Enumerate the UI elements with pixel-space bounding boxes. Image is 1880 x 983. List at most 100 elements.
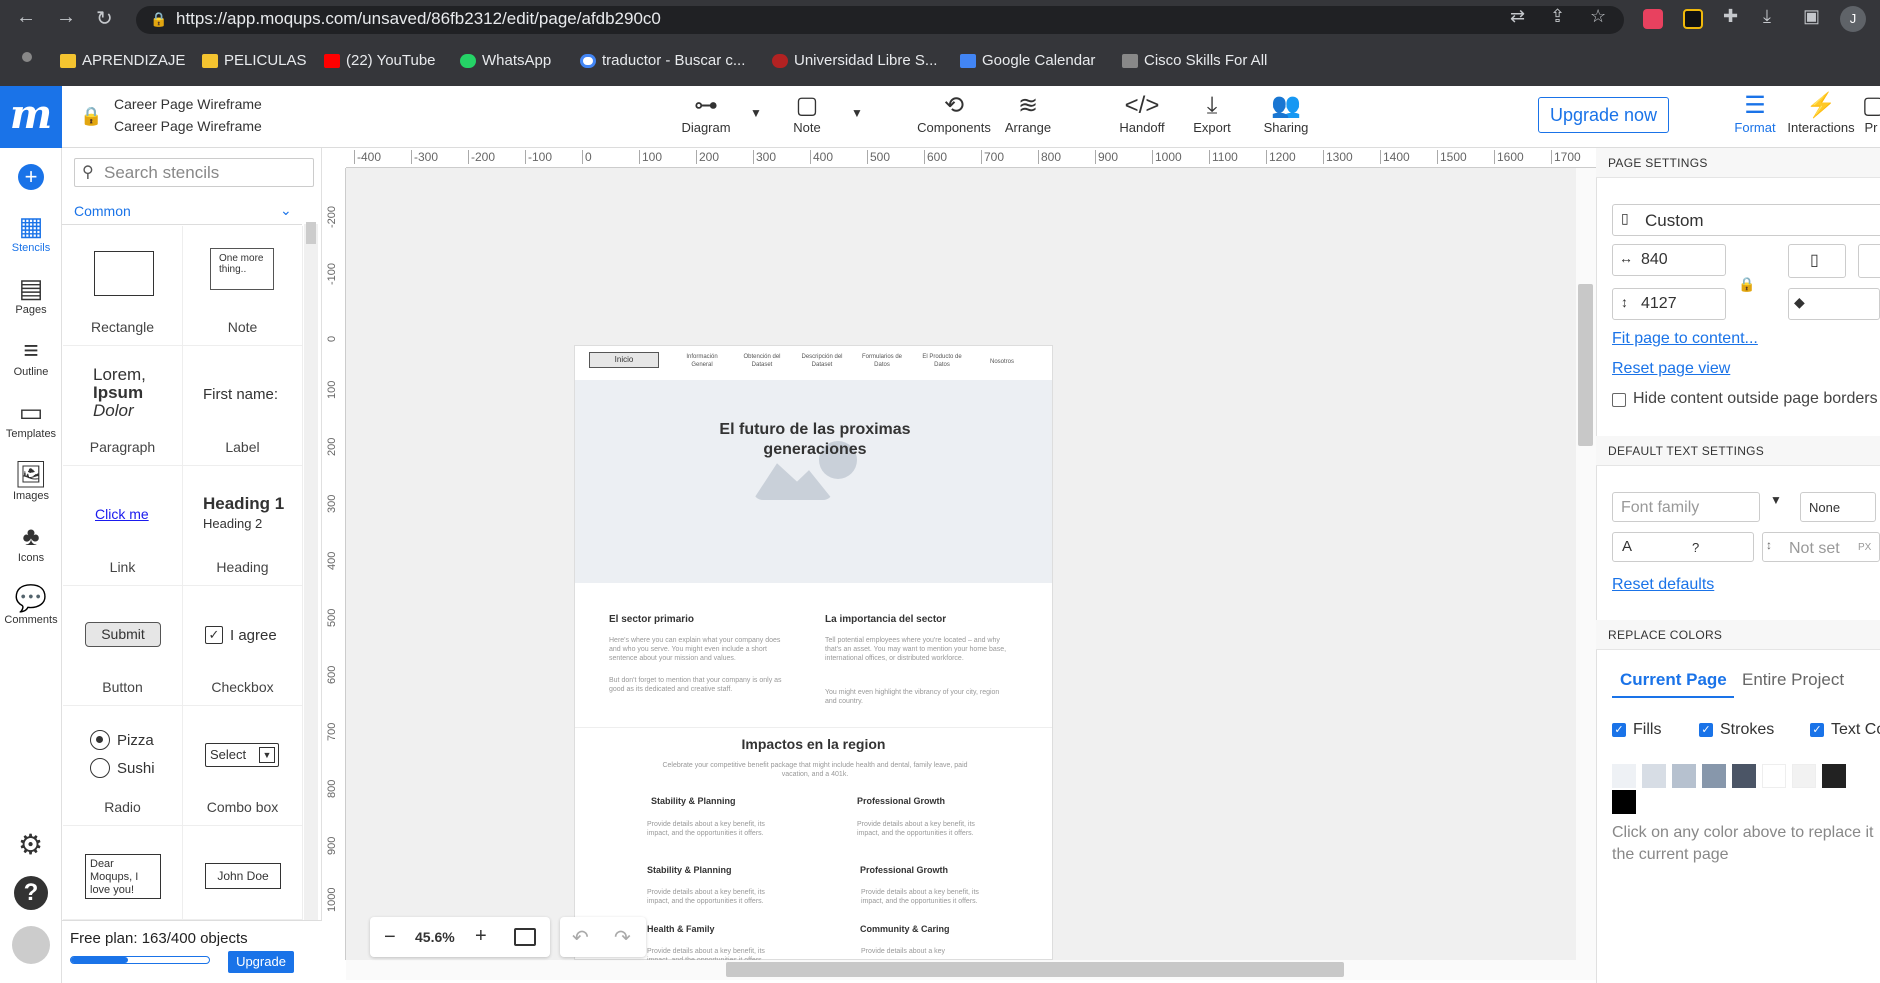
apps-icon[interactable] — [22, 52, 32, 62]
puzzle-icon[interactable]: ✚ — [1723, 6, 1738, 27]
color-swatch[interactable] — [1612, 790, 1636, 814]
tab-preview[interactable]: ▢ Pr — [1862, 92, 1880, 135]
user-avatar[interactable] — [12, 926, 50, 964]
tab-entire-project[interactable]: Entire Project — [1742, 670, 1844, 690]
rail-item-templates[interactable]: ▭ Templates — [0, 396, 62, 440]
note-button[interactable]: ▢ Note — [790, 92, 824, 135]
add-icon[interactable]: + — [18, 164, 44, 190]
stencil-note[interactable]: One more thing.. Note — [183, 226, 303, 346]
lock-icon[interactable]: 🔒 — [80, 106, 102, 127]
handoff-button[interactable]: </> Handoff — [1116, 92, 1168, 135]
hide-content-checkbox[interactable] — [1612, 393, 1626, 407]
nav-link[interactable]: Formularios de Datos — [855, 354, 909, 370]
tab-interactions[interactable]: ⚡ Interactions — [1786, 92, 1856, 135]
bookmark-item[interactable]: Google Calendar — [960, 52, 1095, 69]
stencil-radio[interactable]: Pizza Sushi Radio — [63, 706, 183, 826]
stencil-link[interactable]: Click me Link — [63, 466, 183, 586]
sharing-button[interactable]: 👥 Sharing — [1258, 92, 1314, 135]
color-swatch[interactable] — [1672, 764, 1696, 788]
stencil-button[interactable]: Submit Button — [63, 586, 183, 706]
rail-item-stencils[interactable]: ▦ Stencils — [0, 210, 62, 254]
color-swatch[interactable] — [1762, 764, 1786, 788]
color-swatch[interactable] — [1642, 764, 1666, 788]
stencil-checkbox[interactable]: ✓ I agree Checkbox — [183, 586, 303, 706]
color-swatch[interactable] — [1792, 764, 1816, 788]
stencil-textarea[interactable]: Dear Moqups, I love you! — [63, 826, 183, 920]
font-weight-select[interactable]: None — [1800, 492, 1876, 522]
bookmark-item[interactable]: WhatsApp — [460, 52, 551, 69]
extension-icon[interactable] — [1683, 9, 1703, 29]
extension-icon[interactable] — [1643, 9, 1663, 29]
zoom-in-icon[interactable]: + — [475, 925, 487, 948]
page-size-select[interactable]: Custom — [1612, 204, 1880, 236]
font-size-input[interactable] — [1612, 532, 1754, 562]
tab-format[interactable]: ☰ Format — [1730, 92, 1780, 135]
components-button[interactable]: ⟲ Components — [915, 92, 993, 135]
chevron-down-icon[interactable]: ⌄ — [280, 202, 292, 219]
category-select[interactable]: Common — [74, 203, 131, 219]
sidepanel-icon[interactable]: ▣ — [1803, 6, 1820, 27]
color-swatch[interactable] — [1822, 764, 1846, 788]
page-title[interactable]: Career Page Wireframe — [114, 118, 262, 134]
landscape-button[interactable] — [1858, 244, 1880, 278]
text-colors-checkbox[interactable]: ✓ — [1810, 723, 1824, 737]
zoom-level[interactable]: 45.6% — [415, 929, 455, 945]
nav-button-inicio[interactable]: Inicio — [589, 352, 659, 368]
star-icon[interactable]: ☆ — [1590, 6, 1606, 27]
upgrade-now-button[interactable]: Upgrade now — [1538, 97, 1669, 133]
help-icon[interactable]: ? — [14, 876, 48, 910]
chevron-down-icon[interactable]: ▼ — [851, 106, 863, 120]
tab-current-page[interactable]: Current Page — [1620, 670, 1727, 690]
fit-page-link[interactable]: Fit page to content... — [1612, 330, 1758, 348]
url-text[interactable]: https://app.moqups.com/unsaved/86fb2312/… — [176, 9, 661, 29]
back-icon[interactable]: ← — [16, 6, 36, 29]
upgrade-button[interactable]: Upgrade — [228, 951, 294, 973]
fills-checkbox[interactable]: ✓ — [1612, 723, 1626, 737]
bookmark-item[interactable]: traductor - Buscar c... — [580, 52, 745, 69]
color-swatch[interactable] — [1732, 764, 1756, 788]
strokes-checkbox[interactable]: ✓ — [1699, 723, 1713, 737]
translate-icon[interactable]: ⇄ — [1510, 6, 1525, 27]
export-button[interactable]: ⤓ Export — [1188, 92, 1236, 135]
moqups-logo[interactable]: m — [0, 86, 62, 148]
nav-link[interactable]: Descripción del Dataset — [795, 354, 849, 370]
redo-icon[interactable]: ↷ — [614, 925, 631, 950]
rail-item-pages[interactable]: ▤ Pages — [0, 272, 62, 316]
nav-link[interactable]: Información General — [675, 354, 729, 370]
nav-link[interactable]: Nosotros — [975, 359, 1029, 367]
scroll-thumb[interactable] — [1578, 284, 1593, 446]
gear-icon[interactable]: ⚙ — [18, 828, 43, 861]
stencil-label[interactable]: First name: Label — [183, 346, 303, 466]
doc-title[interactable]: Career Page Wireframe — [114, 96, 262, 112]
stencil-heading[interactable]: Heading 1 Heading 2 Heading — [183, 466, 303, 586]
share-icon[interactable]: ⇪ — [1550, 6, 1565, 27]
color-swatch[interactable] — [1702, 764, 1726, 788]
wireframe-page[interactable]: Inicio Información General Obtención del… — [574, 345, 1053, 964]
bookmark-item[interactable]: (22) YouTube — [324, 52, 436, 69]
rail-item-icons[interactable]: ♣ Icons — [0, 520, 62, 564]
stencil-textinput[interactable]: John Doe — [183, 826, 303, 920]
chevron-down-icon[interactable]: ▼ — [1770, 493, 1782, 507]
nav-link[interactable]: El Producto de Datos — [915, 354, 969, 370]
stencil-combobox[interactable]: Select ▼ Combo box — [183, 706, 303, 826]
rail-item-comments[interactable]: 💬 Comments — [0, 582, 62, 626]
undo-icon[interactable]: ↶ — [572, 925, 589, 950]
font-family-select[interactable]: Font family — [1612, 492, 1760, 522]
rail-item-outline[interactable]: ≡ Outline — [0, 334, 62, 378]
height-input[interactable]: 4127 — [1612, 288, 1726, 320]
nav-link[interactable]: Obtención del Dataset — [735, 354, 789, 370]
zoom-out-icon[interactable]: − — [384, 926, 396, 949]
scroll-thumb[interactable] — [306, 222, 316, 244]
scroll-thumb[interactable] — [726, 962, 1344, 977]
download-icon[interactable]: ⤓ — [1763, 6, 1771, 27]
reset-page-link[interactable]: Reset page view — [1612, 360, 1730, 378]
stencil-rectangle[interactable]: Rectangle — [63, 226, 183, 346]
bookmark-item[interactable]: APRENDIZAJE — [60, 52, 185, 69]
bookmark-item[interactable]: Universidad Libre S... — [772, 52, 937, 69]
fit-screen-icon[interactable] — [514, 928, 536, 946]
stencil-paragraph[interactable]: Lorem, Ipsum Dolor Paragraph — [63, 346, 183, 466]
diagram-button[interactable]: ⊶ Diagram — [680, 92, 732, 135]
reset-defaults-link[interactable]: Reset defaults — [1612, 576, 1714, 594]
bookmark-item[interactable]: Cisco Skills For All — [1122, 52, 1267, 69]
arrange-button[interactable]: ≋ Arrange — [1002, 92, 1054, 135]
